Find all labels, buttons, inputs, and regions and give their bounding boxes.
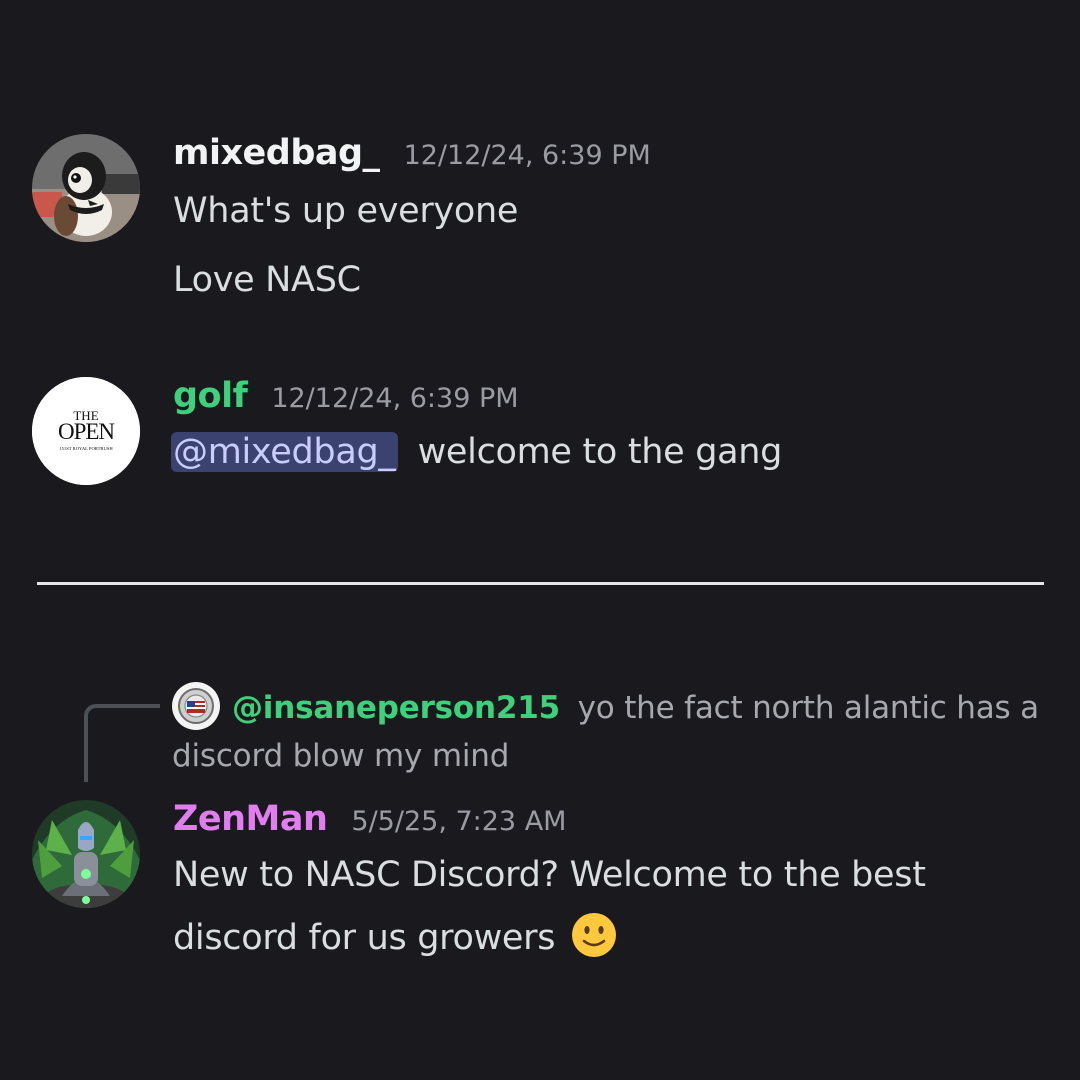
reply-preview[interactable]: @insaneperson215 yo the fact north alant…	[172, 684, 1052, 780]
penguin-avatar-icon	[32, 134, 140, 242]
the-open-logo-icon: THE OPEN 151ST ROYAL PORTRUSH	[32, 377, 140, 485]
avatar-mixedbag[interactable]	[32, 134, 140, 242]
message-text: @mixedbag_ welcome to the gang	[171, 432, 782, 472]
reply-username[interactable]: @insaneperson215	[232, 690, 560, 726]
timestamp: 12/12/24, 6:39 PM	[403, 140, 651, 171]
username[interactable]: mixedbag_	[173, 133, 380, 173]
new-messages-divider	[37, 582, 1044, 585]
message-body: welcome to the gang	[417, 432, 783, 472]
message-header: mixedbag_ 12/12/24, 6:39 PM	[173, 133, 651, 173]
username[interactable]: golf	[173, 376, 248, 416]
reply-connector	[84, 704, 160, 782]
user-mention[interactable]: @mixedbag_	[171, 432, 398, 472]
message-text: discord for us growers	[173, 911, 618, 959]
meditating-knight-avatar-icon	[32, 800, 140, 908]
message-header: golf 12/12/24, 6:39 PM	[173, 376, 519, 416]
message-text: New to NASC Discord? Welcome to the best	[173, 855, 926, 895]
message-text: Love NASC	[173, 260, 361, 300]
avatar-zenman[interactable]	[32, 800, 140, 908]
message-text: What's up everyone	[173, 191, 519, 231]
username[interactable]: ZenMan	[173, 799, 328, 839]
message-header: ZenMan 5/5/25, 7:23 AM	[173, 799, 566, 839]
avatar-golf[interactable]: THE OPEN 151ST ROYAL PORTRUSH	[32, 377, 140, 485]
slightly-smiling-face-icon	[572, 913, 617, 957]
timestamp: 5/5/25, 7:23 AM	[351, 806, 567, 837]
timestamp: 12/12/24, 6:39 PM	[271, 383, 519, 414]
chat-view: mixedbag_ 12/12/24, 6:39 PM What's up ev…	[0, 0, 1080, 1080]
message-body: discord for us growers	[173, 918, 556, 958]
svg-text:151ST ROYAL PORTRUSH: 151ST ROYAL PORTRUSH	[59, 446, 113, 451]
svg-text:OPEN: OPEN	[58, 419, 115, 444]
